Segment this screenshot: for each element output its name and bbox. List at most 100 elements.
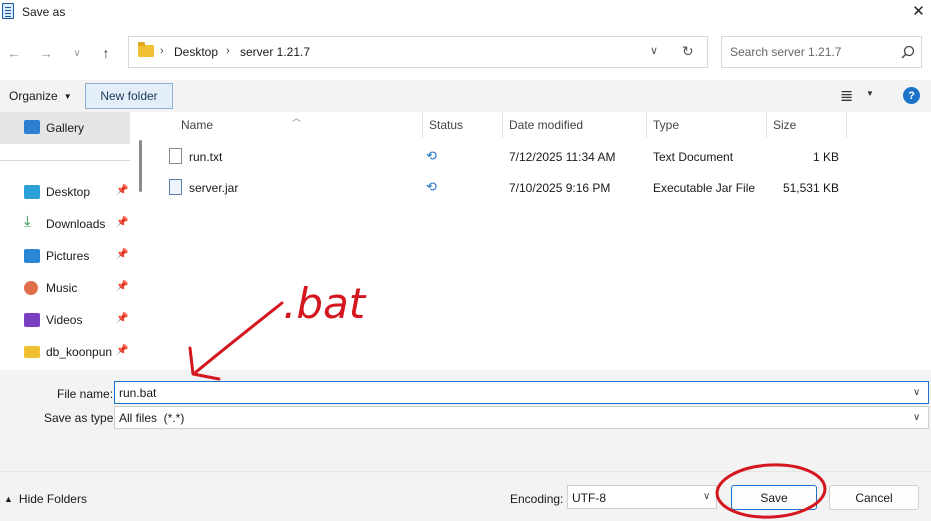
refresh-button[interactable]: ↻: [682, 43, 694, 60]
file-row[interactable]: server.jar ⟲ 7/10/2025 9:16 PM Executabl…: [146, 173, 931, 203]
chevron-down-icon: ∨: [650, 45, 659, 57]
back-button[interactable]: ←: [3, 42, 25, 64]
folder-icon: [138, 42, 154, 57]
search-input[interactable]: Search server 1.21.7: [721, 36, 922, 68]
organize-button[interactable]: Organize ▼: [0, 85, 81, 107]
sidebar-item-db-koonpun[interactable]: db_koonpun 📌: [0, 336, 130, 368]
close-button[interactable]: ✕: [906, 0, 931, 22]
save-as-type-select[interactable]: All files (*.*) ∨: [114, 406, 929, 429]
folder-icon: [24, 346, 40, 358]
sidebar-item-music[interactable]: Music 📌: [0, 272, 130, 304]
address-dropdown-button[interactable]: ∨: [650, 44, 658, 57]
column-header-type[interactable]: Type: [653, 118, 679, 132]
jar-file-icon: [169, 179, 182, 195]
sidebar-item-desktop[interactable]: Desktop 📌: [0, 176, 130, 208]
sync-status-icon: ⟲: [426, 148, 437, 163]
column-header-size[interactable]: Size: [773, 118, 796, 132]
hide-folders-label: Hide Folders: [18, 492, 87, 506]
file-date: 7/12/2025 11:34 AM: [509, 150, 616, 164]
up-button[interactable]: ↑: [95, 42, 117, 64]
divider: [0, 160, 130, 161]
cancel-button[interactable]: Cancel: [829, 485, 919, 510]
organize-label: Organize: [9, 89, 58, 103]
encoding-label: Encoding:: [510, 492, 564, 506]
gallery-icon: [24, 120, 40, 134]
column-header-status[interactable]: Status: [429, 118, 463, 132]
file-name-value: run.bat: [119, 386, 157, 400]
sidebar-item-gallery[interactable]: Gallery: [0, 112, 130, 144]
file-type: Text Document: [653, 150, 734, 164]
file-name-input[interactable]: run.bat ∨: [114, 381, 929, 404]
search-placeholder: Search server 1.21.7: [730, 45, 842, 59]
navigation-bar: ← → ∨ ↑ › Desktop › server 1.21.7 ∨ ↻ Se…: [0, 26, 931, 80]
file-list: ︿ Name Status Date modified Type Size ru…: [146, 112, 931, 370]
sidebar-item-label: Gallery: [46, 121, 85, 135]
sync-status-icon: ⟲: [426, 179, 437, 194]
sidebar-item-videos[interactable]: Videos 📌: [0, 304, 130, 336]
caret-down-icon: ▼: [63, 91, 72, 101]
encoding-value: UTF-8: [572, 491, 606, 505]
desktop-icon: [24, 185, 40, 199]
file-type: Executable Jar File: [653, 181, 756, 195]
sidebar-item-pictures[interactable]: Pictures 📌: [0, 240, 130, 272]
chevron-down-icon: ∨: [73, 47, 81, 59]
window-title: Save as: [22, 5, 66, 19]
breadcrumb-desktop[interactable]: Desktop: [174, 45, 218, 59]
arrow-left-icon: ←: [7, 45, 21, 61]
sidebar-scrollbar[interactable]: [136, 112, 146, 370]
file-name: server.jar: [189, 181, 239, 195]
save-button[interactable]: Save: [731, 485, 817, 510]
pin-icon: 📌: [116, 249, 129, 260]
pictures-icon: [24, 249, 40, 263]
file-size: 51,531 KB: [782, 181, 839, 195]
column-header-name[interactable]: Name: [181, 118, 213, 132]
file-size: 1 KB: [812, 150, 839, 164]
hide-folders-button[interactable]: ▲ Hide Folders: [4, 492, 87, 506]
text-file-icon: [169, 148, 182, 164]
command-bar: Organize ▼ New folder ≣ ▼ ?: [0, 80, 931, 112]
sidebar-item-label: Desktop: [46, 185, 91, 199]
navigation-pane: Gallery Desktop 📌 ⤓ Downloads 📌 Pictures…: [0, 112, 146, 370]
breadcrumb-current-folder[interactable]: server 1.21.7: [240, 45, 310, 59]
breadcrumb-separator: ›: [160, 45, 164, 57]
sidebar-item-downloads[interactable]: ⤓ Downloads 📌: [0, 208, 130, 240]
sidebar-item-label: Music: [46, 281, 78, 295]
arrow-up-icon: ↑: [102, 45, 110, 61]
sidebar-item-label: Downloads: [46, 217, 106, 231]
save-form: File name: run.bat ∨ Save as type: All f…: [0, 370, 931, 471]
file-name-label: File name:: [57, 387, 114, 401]
search-icon: [901, 45, 915, 59]
column-divider[interactable]: [846, 112, 847, 138]
forward-button[interactable]: →: [35, 42, 57, 64]
chevron-down-icon[interactable]: ∨: [913, 387, 920, 398]
download-icon: ⤓: [24, 213, 31, 230]
sidebar-item-label: Videos: [46, 313, 83, 327]
encoding-select[interactable]: UTF-8 ∨: [567, 485, 717, 509]
chevron-down-icon[interactable]: ∨: [913, 412, 920, 423]
scrollbar-thumb[interactable]: [139, 140, 142, 192]
address-bar[interactable]: › Desktop › server 1.21.7 ∨ ↻: [128, 36, 708, 68]
column-divider[interactable]: [422, 112, 423, 138]
file-date: 7/10/2025 9:16 PM: [509, 181, 611, 195]
pin-icon: 📌: [116, 217, 129, 228]
view-options-icon[interactable]: ≣: [840, 86, 853, 106]
arrow-right-icon: →: [39, 45, 53, 61]
notepad-icon: [2, 3, 14, 19]
file-row[interactable]: run.txt ⟲ 7/12/2025 11:34 AM Text Docume…: [146, 142, 931, 172]
videos-icon: [24, 313, 40, 327]
save-as-type-label: Save as type:: [44, 411, 117, 425]
caret-down-icon[interactable]: ▼: [866, 89, 874, 98]
pin-icon: 📌: [116, 281, 129, 292]
save-as-type-value: All files (*.*): [119, 411, 185, 425]
sort-ascending-icon: ︿: [292, 113, 302, 123]
column-divider[interactable]: [646, 112, 647, 138]
new-folder-button[interactable]: New folder: [85, 83, 173, 109]
column-divider[interactable]: [502, 112, 503, 138]
help-icon[interactable]: ?: [903, 87, 920, 104]
dialog-footer: ▲ Hide Folders Encoding: UTF-8 ∨ Save Ca…: [0, 471, 931, 521]
column-divider[interactable]: [766, 112, 767, 138]
column-header-date-modified[interactable]: Date modified: [509, 118, 583, 132]
breadcrumb-separator: ›: [226, 45, 230, 57]
sidebar-item-label: db_koonpun: [46, 345, 113, 359]
recent-locations-button[interactable]: ∨: [66, 42, 88, 64]
